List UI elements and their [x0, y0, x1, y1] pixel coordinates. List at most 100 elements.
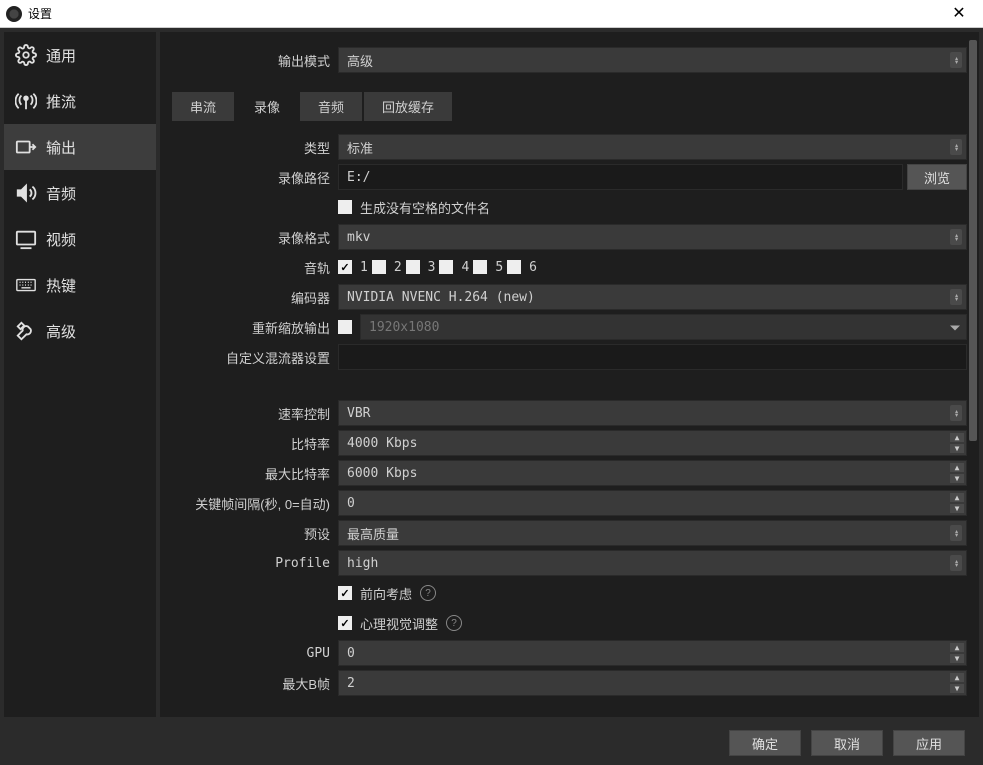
sidebar-item-stream[interactable]: 推流 [4, 78, 156, 124]
type-select[interactable]: 标准 [338, 134, 967, 160]
spinner-down-icon[interactable]: ▼ [950, 474, 964, 483]
rescale-output-checkbox[interactable] [338, 320, 352, 334]
lookahead-label: 前向考虑 [360, 584, 412, 603]
sidebar-item-video[interactable]: 视频 [4, 216, 156, 262]
speaker-icon [14, 181, 38, 205]
recording-path-label: 录像路径 [160, 168, 338, 187]
track-4-checkbox[interactable] [439, 260, 453, 274]
content-pane: 输出模式 高级 串流 录像 音频 回放缓存 类型 标准 录像路径 [160, 32, 979, 717]
spinner-up-icon[interactable]: ▲ [950, 673, 964, 682]
custom-mux-label: 自定义混流器设置 [160, 348, 338, 367]
profile-select[interactable]: high [338, 550, 967, 576]
help-icon[interactable]: ? [420, 585, 436, 601]
cancel-button[interactable]: 取消 [811, 730, 883, 756]
broadcast-icon [14, 89, 38, 113]
no-space-filename-label: 生成没有空格的文件名 [360, 198, 490, 217]
scrollbar[interactable] [969, 40, 977, 709]
sidebar-item-hotkeys[interactable]: 热键 [4, 262, 156, 308]
recording-path-input[interactable]: E:/ [338, 164, 903, 190]
encoder-select[interactable]: NVIDIA NVENC H.264 (new) [338, 284, 967, 310]
type-label: 类型 [160, 138, 338, 157]
sidebar-item-label: 音频 [46, 183, 76, 204]
track-6-label: 6 [529, 260, 537, 275]
rescale-output-label: 重新缩放输出 [160, 318, 338, 337]
scrollbar-thumb[interactable] [969, 40, 977, 441]
sidebar-item-label: 视频 [46, 229, 76, 250]
tab-recording[interactable]: 录像 [236, 92, 298, 121]
output-icon [14, 135, 38, 159]
bitrate-label: 比特率 [160, 434, 338, 453]
sidebar-item-label: 推流 [46, 91, 76, 112]
track-6-checkbox[interactable] [507, 260, 521, 274]
dialog-button-bar: 确定 取消 应用 [0, 721, 983, 765]
spinner-down-icon[interactable]: ▼ [950, 654, 964, 663]
sidebar-item-label: 输出 [46, 137, 76, 158]
track-1-label: 1 [360, 260, 368, 275]
keyboard-icon [14, 273, 38, 297]
custom-mux-input[interactable] [338, 344, 967, 370]
sidebar-item-output[interactable]: 输出 [4, 124, 156, 170]
gear-icon [14, 43, 38, 67]
help-icon[interactable]: ? [446, 615, 462, 631]
apply-button[interactable]: 应用 [893, 730, 965, 756]
recording-format-label: 录像格式 [160, 228, 338, 247]
lookahead-checkbox[interactable] [338, 586, 352, 600]
tab-replay-buffer[interactable]: 回放缓存 [364, 92, 452, 121]
sidebar: 通用 推流 输出 音频 [4, 32, 156, 717]
sidebar-item-label: 通用 [46, 45, 76, 66]
max-bitrate-spinner[interactable]: 6000 Kbps▲▼ [338, 460, 967, 486]
browse-button[interactable]: 浏览 [907, 164, 967, 190]
preset-select[interactable]: 最高质量 [338, 520, 967, 546]
spinner-up-icon[interactable]: ▲ [950, 643, 964, 652]
sidebar-item-advanced[interactable]: 高级 [4, 308, 156, 354]
tab-streaming[interactable]: 串流 [172, 92, 234, 121]
track-3-checkbox[interactable] [406, 260, 420, 274]
gpu-spinner[interactable]: 0▲▼ [338, 640, 967, 666]
track-2-label: 2 [394, 260, 402, 275]
sidebar-item-label: 高级 [46, 321, 76, 342]
sidebar-item-audio[interactable]: 音频 [4, 170, 156, 216]
gpu-label: GPU [160, 646, 338, 661]
track-2-checkbox[interactable] [372, 260, 386, 274]
bitrate-spinner[interactable]: 4000 Kbps▲▼ [338, 430, 967, 456]
track-5-label: 5 [495, 260, 503, 275]
audio-tracks-label: 音轨 [160, 258, 338, 277]
rate-control-select[interactable]: VBR [338, 400, 967, 426]
titlebar: 设置 ✕ [0, 0, 983, 28]
spinner-down-icon[interactable]: ▼ [950, 444, 964, 453]
spinner-down-icon[interactable]: ▼ [950, 504, 964, 513]
rescale-output-select[interactable]: 1920x1080 [360, 314, 967, 340]
spinner-up-icon[interactable]: ▲ [950, 493, 964, 502]
ok-button[interactable]: 确定 [729, 730, 801, 756]
output-tabs: 串流 录像 音频 回放缓存 [172, 92, 967, 121]
psycho-visual-checkbox[interactable] [338, 616, 352, 630]
bframes-spinner[interactable]: 2▲▼ [338, 670, 967, 696]
track-1-checkbox[interactable] [338, 260, 352, 274]
recording-format-select[interactable]: mkv [338, 224, 967, 250]
close-button[interactable]: ✕ [939, 0, 979, 28]
no-space-filename-checkbox[interactable] [338, 200, 352, 214]
spinner-down-icon[interactable]: ▼ [950, 684, 964, 693]
sidebar-item-label: 热键 [46, 275, 76, 296]
psycho-visual-label: 心理视觉调整 [360, 614, 438, 633]
tab-audio[interactable]: 音频 [300, 92, 362, 121]
rate-control-label: 速率控制 [160, 404, 338, 423]
tools-icon [14, 319, 38, 343]
preset-label: 预设 [160, 524, 338, 543]
track-3-label: 3 [428, 260, 436, 275]
keyframe-spinner[interactable]: 0▲▼ [338, 490, 967, 516]
track-5-checkbox[interactable] [473, 260, 487, 274]
monitor-icon [14, 227, 38, 251]
profile-label: Profile [160, 556, 338, 571]
track-4-label: 4 [461, 260, 469, 275]
app-logo-icon [6, 6, 22, 22]
output-mode-select[interactable]: 高级 [338, 47, 967, 73]
spinner-up-icon[interactable]: ▲ [950, 433, 964, 442]
window-title: 设置 [28, 5, 52, 22]
sidebar-item-general[interactable]: 通用 [4, 32, 156, 78]
encoder-label: 编码器 [160, 288, 338, 307]
bframes-label: 最大B帧 [160, 674, 338, 693]
keyframe-label: 关键帧间隔(秒, 0=自动) [160, 494, 338, 513]
spinner-up-icon[interactable]: ▲ [950, 463, 964, 472]
max-bitrate-label: 最大比特率 [160, 464, 338, 483]
